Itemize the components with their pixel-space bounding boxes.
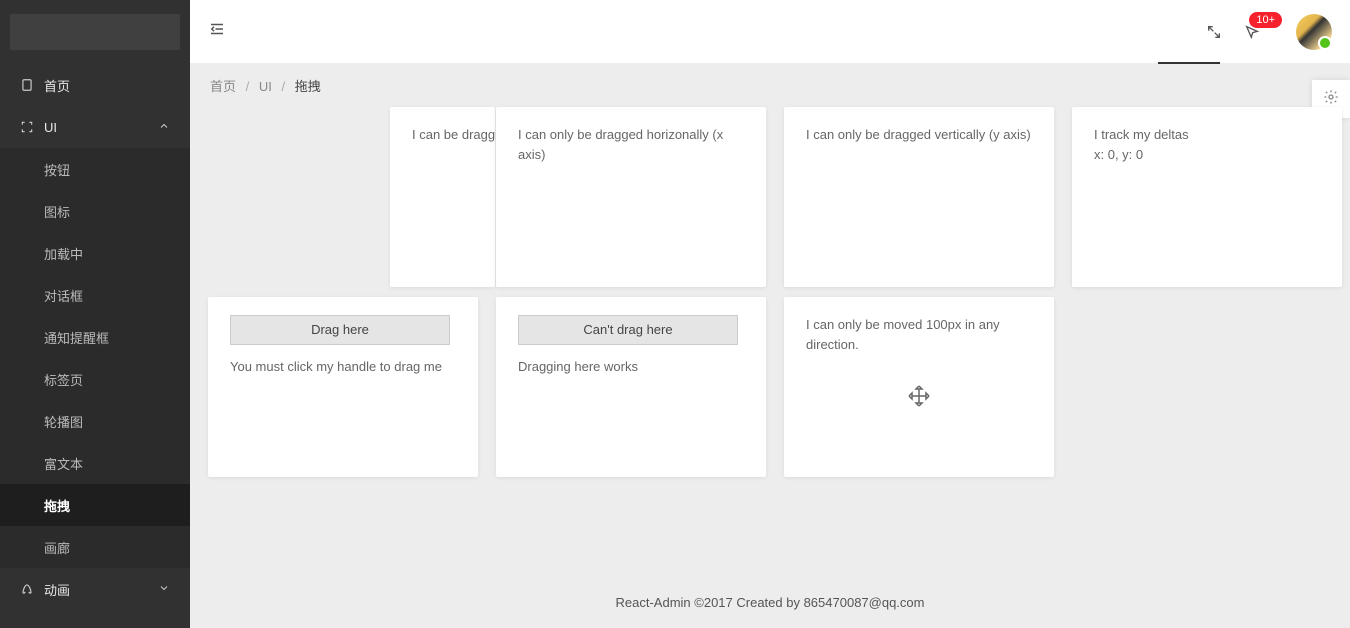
cursor-with-badge[interactable]: 10+: [1244, 24, 1260, 40]
drag-card-horizontal[interactable]: I can only be dragged horizonally (x axi…: [496, 107, 766, 287]
tab-indicator: [1158, 62, 1220, 64]
avatar[interactable]: [1296, 14, 1332, 50]
drag-card-vertical[interactable]: I can only be dragged vertically (y axis…: [784, 107, 1054, 287]
sidebar-item-dialog[interactable]: 对话框: [0, 274, 190, 316]
fullscreen-icon[interactable]: [1206, 24, 1222, 40]
topbar: 10+: [190, 0, 1350, 64]
breadcrumb-level1[interactable]: UI: [259, 79, 272, 94]
breadcrumb-current: 拖拽: [295, 79, 321, 94]
scan-icon: [20, 120, 34, 134]
sidebar-item-richtext[interactable]: 富文本: [0, 442, 190, 484]
sidebar: 首页 UI 按钮 图标 加载中 对话框 通知提醒框 标签页 轮播图 富文本 拖拽…: [0, 0, 190, 628]
sidebar-item-label: 首页: [44, 76, 70, 95]
sidebar-item-notification[interactable]: 通知提醒框: [0, 316, 190, 358]
drag-handle-button[interactable]: Drag here: [230, 315, 450, 345]
content-area: I can be dragg I can only be dragged hor…: [190, 107, 1350, 577]
sidebar-item-label: UI: [44, 120, 57, 135]
sidebar-item-label: 动画: [44, 580, 70, 599]
sidebar-item-ui[interactable]: UI: [0, 106, 190, 148]
drag-card-handle: Drag here You must click my handle to dr…: [208, 297, 478, 477]
drag-card-deltas[interactable]: I track my deltas x: 0, y: 0: [1072, 107, 1342, 287]
drag-card-basic[interactable]: I can be dragg: [390, 107, 495, 287]
sidebar-item-animation[interactable]: 动画: [0, 568, 190, 610]
sidebar-item-gallery[interactable]: 画廊: [0, 526, 190, 568]
drag-card-cancel[interactable]: Can't drag here Dragging here works: [496, 297, 766, 477]
logo: [10, 14, 180, 50]
sidebar-item-icon[interactable]: 图标: [0, 190, 190, 232]
collapse-menu-icon[interactable]: [208, 20, 226, 43]
sidebar-item-tabs[interactable]: 标签页: [0, 358, 190, 400]
move-icon[interactable]: [907, 384, 931, 408]
sidebar-item-loading[interactable]: 加载中: [0, 232, 190, 274]
footer: React-Admin ©2017 Created by 865470087@q…: [190, 577, 1350, 628]
sidebar-item-carousel[interactable]: 轮播图: [0, 400, 190, 442]
breadcrumb-home[interactable]: 首页: [210, 79, 236, 94]
sidebar-item-home[interactable]: 首页: [0, 64, 190, 106]
sidebar-item-drag[interactable]: 拖拽: [0, 484, 190, 526]
breadcrumb: 首页 / UI / 拖拽: [190, 64, 1350, 107]
drag-card-bounded[interactable]: I can only be moved 100px in any directi…: [784, 297, 1054, 477]
sidebar-item-button[interactable]: 按钮: [0, 148, 190, 190]
rocket-icon: [20, 582, 34, 596]
device-icon: [20, 78, 34, 92]
notification-badge: 10+: [1249, 12, 1282, 28]
chevron-up-icon: [158, 120, 170, 135]
chevron-down-icon: [158, 582, 170, 597]
no-drag-button[interactable]: Can't drag here: [518, 315, 738, 345]
